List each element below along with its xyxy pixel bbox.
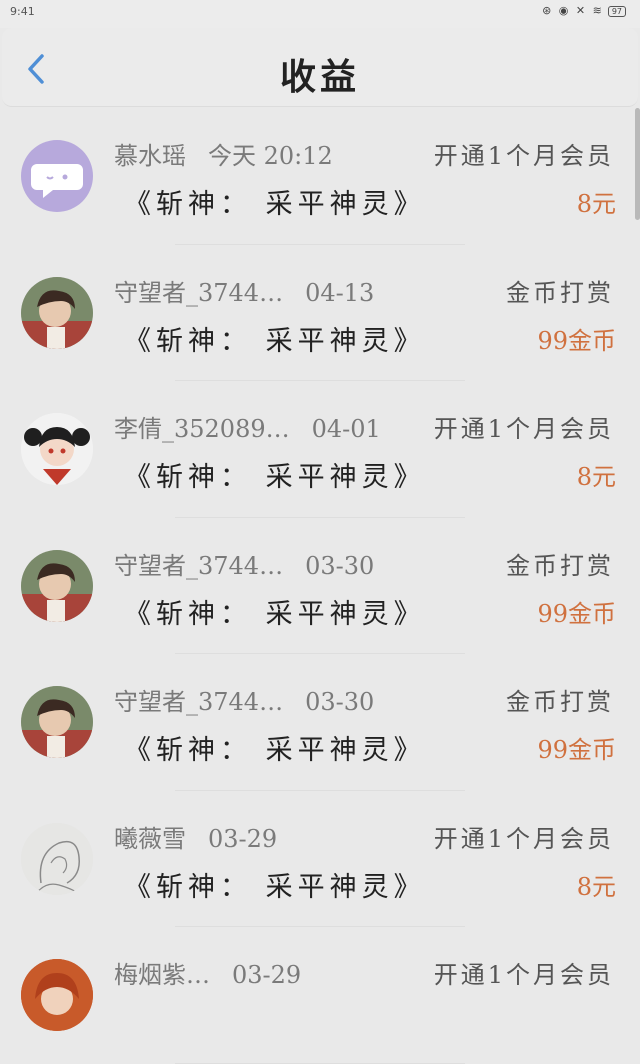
- page-title: 收益: [279, 56, 360, 98]
- avatar[interactable]: [21, 276, 93, 349]
- timestamp: 03-30: [305, 688, 375, 716]
- avatar[interactable]: [21, 959, 93, 1031]
- status-icons: ⊛ ◉ ✕ ≋ 97: [542, 4, 626, 17]
- username-text: 守望者_3744…: [114, 278, 284, 307]
- header: 收益: [2, 28, 638, 107]
- anime-redhead-avatar-icon: [21, 959, 93, 1031]
- username-text: 守望者_3744…: [114, 551, 284, 580]
- list-item[interactable]: 曦薇雪 03-29 开通1个月会员 《斩神： 采平神灵》 8元: [0, 791, 640, 928]
- status-time: 9:41: [10, 5, 35, 18]
- chat-bubble-icon: [31, 164, 83, 198]
- earning-type: 金币打赏: [506, 551, 614, 580]
- status-indicator-icons: ⊛ ◉ ✕ ≋: [542, 4, 604, 17]
- book-title: 《斩神： 采平神灵》: [124, 735, 426, 766]
- timestamp: 03-30: [305, 551, 375, 580]
- book-title: 《斩神： 采平神灵》: [124, 598, 426, 630]
- timestamp: 今天 20:12: [208, 142, 333, 170]
- earning-amount: 8元: [576, 463, 616, 491]
- avatar[interactable]: [21, 413, 93, 485]
- earning-type: 开通1个月会员: [433, 142, 614, 170]
- anime-girl-avatar-icon: [21, 413, 93, 485]
- username-text: 慕水瑶: [114, 142, 186, 170]
- earning-type: 开通1个月会员: [433, 824, 614, 853]
- username-text: 李倩_352089…: [114, 415, 290, 443]
- book-title: 《斩神： 采平神灵》: [124, 871, 426, 903]
- anime-boy-avatar-icon: [21, 549, 93, 622]
- username: 慕水瑶 今天 20:12: [114, 136, 333, 171]
- earning-amount: 99金币: [537, 736, 616, 764]
- username-text: 守望者_3744…: [114, 688, 284, 716]
- earning-amount: 8元: [576, 190, 616, 218]
- avatar[interactable]: [21, 140, 93, 212]
- book-title: 《斩神： 采平神灵》: [124, 325, 426, 357]
- earning-type: 金币打赏: [506, 688, 614, 716]
- earning-type: 开通1个月会员: [433, 415, 614, 443]
- username: 梅烟紫… 03-29: [114, 955, 301, 990]
- avatar[interactable]: [21, 549, 93, 622]
- earning-type: 开通1个月会员: [433, 961, 614, 989]
- earnings-list: 慕水瑶 今天 20:12 开通1个月会员 《斩神： 采平神灵》 8元 守望者_37…: [0, 108, 640, 1064]
- book-title: 《斩神： 采平神灵》: [124, 189, 426, 220]
- list-item[interactable]: 守望者_3744… 04-13 金币打赏 《斩神： 采平神灵》 99金币: [0, 245, 640, 382]
- timestamp: 04-13: [305, 278, 375, 307]
- status-bar: 9:41 ⊛ ◉ ✕ ≋ 97: [0, 0, 640, 28]
- username-text: 曦薇雪: [114, 824, 186, 853]
- battery-icon: 97: [607, 6, 626, 17]
- avatar[interactable]: [21, 822, 93, 895]
- anime-boy-avatar-icon: [21, 686, 93, 758]
- username: 李倩_352089… 04-01: [114, 409, 381, 444]
- anime-boy-avatar-icon: [21, 276, 93, 349]
- earning-type: 金币打赏: [506, 278, 614, 307]
- timestamp: 04-01: [311, 415, 381, 443]
- username: 守望者_3744… 04-13: [114, 273, 374, 308]
- list-item[interactable]: 守望者_3744… 03-30 金币打赏 《斩神： 采平神灵》 99金币: [0, 518, 640, 655]
- book-title: 《斩神： 采平神灵》: [124, 462, 426, 493]
- sketch-portrait-avatar-icon: [21, 822, 93, 895]
- list-item[interactable]: 梅烟紫… 03-29 开通1个月会员: [0, 927, 640, 1064]
- avatar[interactable]: [21, 686, 93, 758]
- timestamp: 03-29: [232, 961, 302, 989]
- username: 守望者_3744… 03-30: [114, 682, 374, 717]
- username: 守望者_3744… 03-30: [114, 546, 374, 581]
- earning-amount: 8元: [576, 872, 616, 901]
- username-text: 梅烟紫…: [114, 961, 210, 989]
- earning-amount: 99金币: [537, 599, 616, 628]
- username: 曦薇雪 03-29: [114, 819, 277, 854]
- timestamp: 03-29: [208, 824, 278, 853]
- list-item[interactable]: 守望者_3744… 03-30 金币打赏 《斩神： 采平神灵》 99金币: [0, 654, 640, 791]
- list-item[interactable]: 慕水瑶 今天 20:12 开通1个月会员 《斩神： 采平神灵》 8元: [0, 108, 640, 245]
- earning-amount: 99金币: [537, 326, 616, 355]
- list-item[interactable]: 李倩_352089… 04-01 开通1个月会员 《斩神： 采平神灵》 8元: [0, 381, 640, 518]
